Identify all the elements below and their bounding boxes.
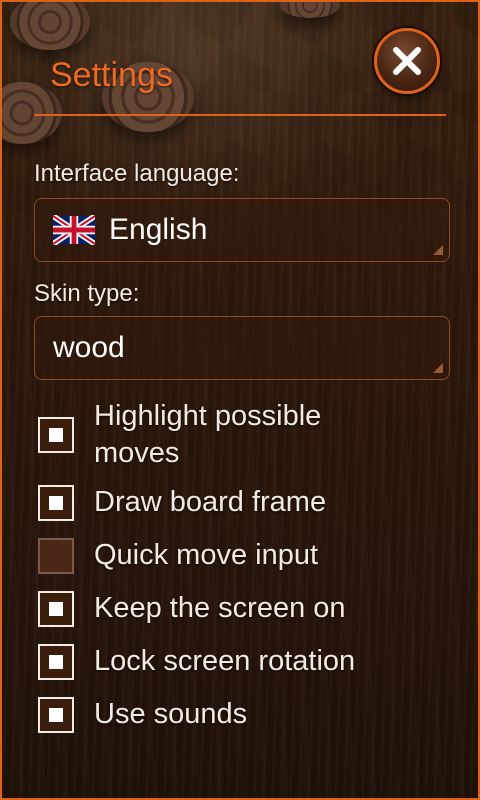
skin-type-label: Skin type: <box>34 280 140 307</box>
option-label: Draw board frame <box>94 486 327 518</box>
option-label: Highlight possible moves <box>94 400 322 469</box>
checkbox[interactable] <box>38 484 74 521</box>
checkbox[interactable] <box>38 417 74 453</box>
checkbox[interactable] <box>38 696 74 733</box>
checkbox-mark <box>49 707 63 722</box>
checkbox[interactable] <box>38 537 74 574</box>
page-title: Settings <box>50 56 173 94</box>
option-label: Use sounds <box>94 698 248 730</box>
skin-value: wood <box>53 331 125 364</box>
language-select[interactable]: English <box>34 198 450 262</box>
checkbox-mark <box>49 428 63 442</box>
option-draw-board-frame[interactable]: Draw board frame <box>38 484 450 521</box>
option-label: Keep the screen on <box>94 592 346 624</box>
dropdown-corner-icon <box>433 363 443 373</box>
skin-select[interactable]: wood <box>34 316 450 380</box>
checkbox[interactable] <box>38 590 74 627</box>
header-divider <box>34 114 446 116</box>
option-highlight-moves[interactable]: Highlight possible moves <box>38 398 450 472</box>
option-use-sounds[interactable]: Use sounds <box>38 696 450 733</box>
checker-piece-decoration <box>280 2 340 18</box>
language-value: English <box>109 213 208 246</box>
option-quick-move-input[interactable]: Quick move input <box>38 537 450 574</box>
option-keep-screen-on[interactable]: Keep the screen on <box>38 590 450 627</box>
dropdown-corner-icon <box>433 245 443 255</box>
checkbox-mark <box>49 601 63 616</box>
checkbox[interactable] <box>38 643 74 680</box>
checker-piece-decoration <box>10 2 90 50</box>
settings-screen: Settings Interface language: English Ski… <box>0 0 480 800</box>
checkbox-mark <box>49 495 63 510</box>
close-button[interactable] <box>374 28 440 94</box>
interface-language-label: Interface language: <box>34 160 240 187</box>
option-label: Quick move input <box>94 539 319 571</box>
checkbox-mark <box>49 654 63 669</box>
close-icon <box>393 47 421 75</box>
option-lock-rotation[interactable]: Lock screen rotation <box>38 643 450 680</box>
uk-flag-icon <box>53 215 95 245</box>
option-label: Lock screen rotation <box>94 645 356 677</box>
